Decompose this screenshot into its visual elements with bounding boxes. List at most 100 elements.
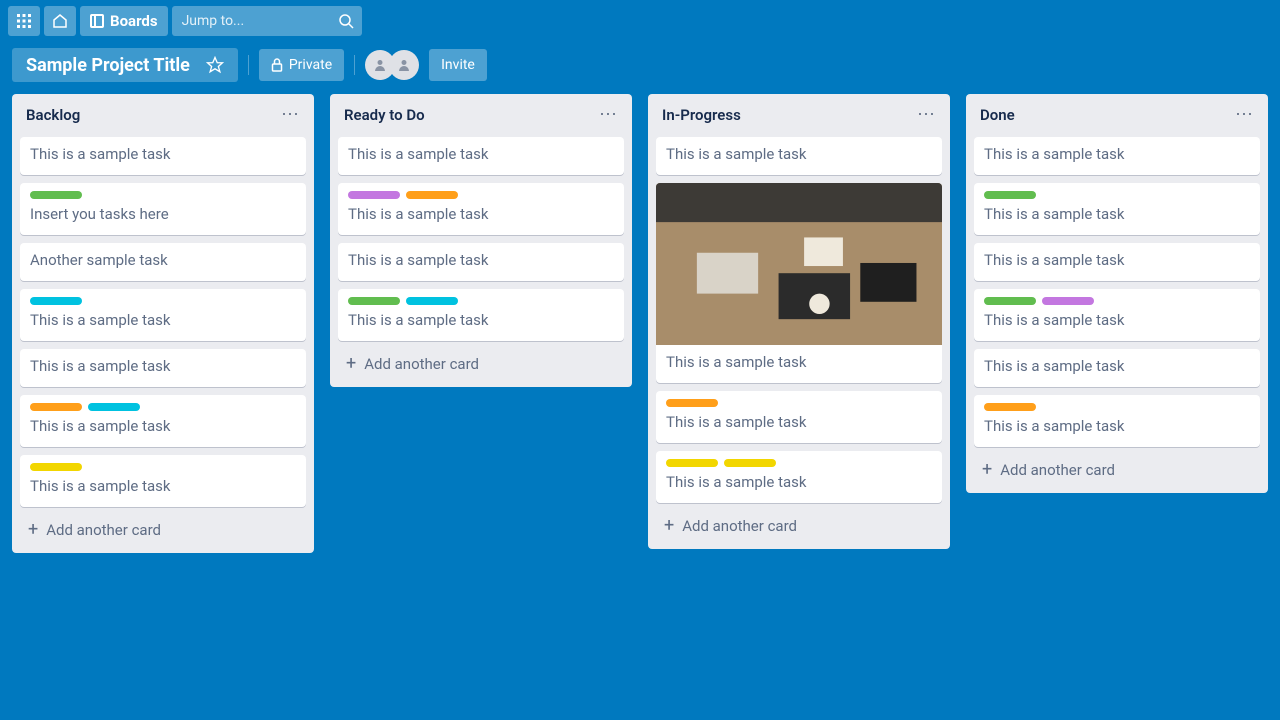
card-labels bbox=[30, 191, 296, 199]
card-title: Another sample task bbox=[30, 251, 296, 269]
card-label[interactable] bbox=[30, 297, 82, 305]
card[interactable]: This is a sample task bbox=[20, 137, 306, 175]
card-labels bbox=[984, 403, 1250, 411]
card[interactable]: This is a sample task bbox=[974, 349, 1260, 387]
card-label[interactable] bbox=[1042, 297, 1094, 305]
person-icon bbox=[373, 58, 387, 72]
card[interactable]: This is a sample task bbox=[656, 451, 942, 503]
person-icon bbox=[397, 58, 411, 72]
add-card-button[interactable]: +Add another card bbox=[974, 455, 1260, 485]
card[interactable]: This is a sample task bbox=[974, 243, 1260, 281]
card-title: This is a sample task bbox=[666, 473, 932, 491]
card-labels bbox=[348, 191, 614, 199]
card-label[interactable] bbox=[666, 399, 718, 407]
divider bbox=[354, 55, 355, 75]
list-title[interactable]: In-Progress bbox=[662, 106, 741, 124]
card-labels bbox=[666, 459, 932, 467]
list-header: Backlog ⋯ bbox=[20, 102, 306, 129]
search-input[interactable] bbox=[172, 6, 362, 36]
card[interactable]: Insert you tasks here bbox=[20, 183, 306, 235]
card-title: This is a sample task bbox=[348, 311, 614, 329]
avatar[interactable] bbox=[389, 50, 419, 80]
card[interactable]: This is a sample task bbox=[338, 289, 624, 341]
card-title: This is a sample task bbox=[666, 413, 932, 431]
add-card-label: Add another card bbox=[364, 355, 479, 373]
list-menu-button[interactable]: ⋯ bbox=[1235, 104, 1254, 125]
plus-icon: + bbox=[28, 521, 38, 539]
card[interactable]: This is a sample task bbox=[338, 243, 624, 281]
list: Done ⋯ This is a sample task This is a samp… bbox=[966, 94, 1268, 493]
card-label[interactable] bbox=[30, 463, 82, 471]
private-button[interactable]: Private bbox=[259, 49, 344, 81]
invite-button[interactable]: Invite bbox=[429, 49, 487, 81]
card[interactable]: This is a sample task bbox=[974, 289, 1260, 341]
card[interactable]: This is a sample task bbox=[656, 391, 942, 443]
add-card-button[interactable]: + Add another card bbox=[338, 349, 624, 379]
card-labels bbox=[30, 297, 296, 305]
card-label[interactable] bbox=[666, 459, 718, 467]
card-labels bbox=[666, 399, 932, 407]
card[interactable]: This is a sample task bbox=[656, 183, 942, 383]
card[interactable]: This is a sample task bbox=[974, 395, 1260, 447]
add-card-label: Add another card bbox=[46, 521, 161, 539]
card-title: This is a sample task bbox=[348, 251, 614, 269]
home-icon bbox=[52, 13, 68, 29]
card[interactable]: This is a sample task bbox=[20, 289, 306, 341]
card[interactable]: Another sample task bbox=[20, 243, 306, 281]
star-button[interactable] bbox=[198, 48, 232, 82]
boards-label: Boards bbox=[110, 12, 158, 30]
card-title: This is a sample task bbox=[30, 477, 296, 495]
card-label[interactable] bbox=[406, 297, 458, 305]
apps-button[interactable] bbox=[8, 6, 40, 36]
list-header: In-Progress ⋯ bbox=[656, 102, 942, 129]
plus-icon: + bbox=[346, 355, 356, 373]
add-card-button[interactable]: + Add another card bbox=[20, 515, 306, 545]
list-title[interactable]: Ready to Do bbox=[344, 106, 425, 124]
card-label[interactable] bbox=[724, 459, 776, 467]
list-menu-button[interactable]: ⋯ bbox=[917, 104, 936, 125]
card-title: This is a sample task bbox=[984, 205, 1250, 223]
card-labels bbox=[348, 297, 614, 305]
add-card-button[interactable]: +Add another card bbox=[656, 511, 942, 541]
card-label[interactable] bbox=[406, 191, 458, 199]
card-label[interactable] bbox=[88, 403, 140, 411]
card-title: This is a sample task bbox=[666, 145, 932, 163]
card[interactable]: This is a sample task bbox=[20, 455, 306, 507]
add-card-label: Add another card bbox=[1000, 461, 1115, 479]
lock-icon bbox=[271, 58, 283, 72]
card[interactable]: This is a sample task bbox=[338, 183, 624, 235]
card-label[interactable] bbox=[30, 191, 82, 199]
card-label[interactable] bbox=[348, 191, 400, 199]
card-title: This is a sample task bbox=[30, 145, 296, 163]
card[interactable]: This is a sample task bbox=[20, 395, 306, 447]
list-menu-button[interactable]: ⋯ bbox=[599, 104, 618, 125]
card-labels bbox=[30, 403, 296, 411]
card[interactable]: This is a sample task bbox=[20, 349, 306, 387]
card[interactable]: This is a sample task bbox=[656, 137, 942, 175]
card[interactable]: This is a sample task bbox=[338, 137, 624, 175]
add-card-label: Add another card bbox=[682, 517, 797, 535]
card-label[interactable] bbox=[984, 191, 1036, 199]
card-label[interactable] bbox=[984, 297, 1036, 305]
search-icon bbox=[338, 13, 354, 29]
list-menu-button[interactable]: ⋯ bbox=[281, 104, 300, 125]
home-button[interactable] bbox=[44, 6, 76, 36]
search-wrap bbox=[172, 6, 362, 36]
card-title: This is a sample task bbox=[984, 417, 1250, 435]
card-title: This is a sample task bbox=[666, 353, 932, 371]
card-label[interactable] bbox=[348, 297, 400, 305]
list: Backlog ⋯ This is a sample task Insert you … bbox=[12, 94, 314, 553]
card-title: This is a sample task bbox=[984, 311, 1250, 329]
card-title: This is a sample task bbox=[984, 357, 1250, 375]
boards-button[interactable]: Boards bbox=[80, 6, 168, 36]
list-title[interactable]: Done bbox=[980, 106, 1015, 124]
card-cover-image bbox=[656, 183, 942, 345]
card-label[interactable] bbox=[984, 403, 1036, 411]
card-label[interactable] bbox=[30, 403, 82, 411]
list-title[interactable]: Backlog bbox=[26, 106, 80, 124]
topbar: Boards bbox=[0, 0, 1280, 42]
card[interactable]: This is a sample task bbox=[974, 137, 1260, 175]
board-header: Sample Project Title Private Invite bbox=[0, 42, 1280, 88]
card[interactable]: This is a sample task bbox=[974, 183, 1260, 235]
apps-icon bbox=[17, 14, 31, 28]
